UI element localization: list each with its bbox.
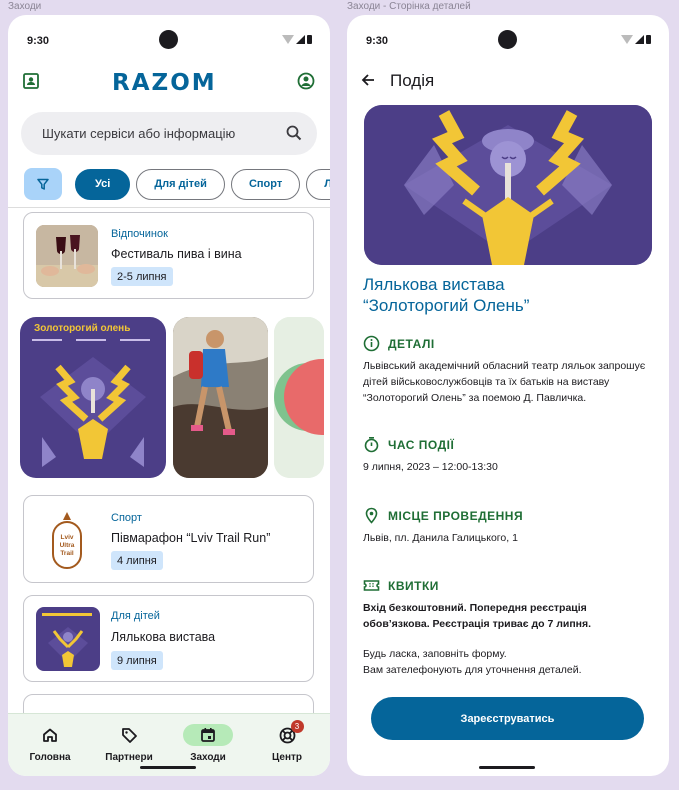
event-title-line2: “Золоторогий Олень” (363, 296, 530, 315)
details-heading: ДЕТАЛІ (363, 335, 435, 352)
event-card-trail-run[interactable]: Lviv Ultra Trail Спорт Півмарафон “Lviv … (23, 495, 314, 583)
nav-events-label: Заходи (190, 752, 226, 763)
event-category: Відпочинок (111, 228, 168, 240)
divider (8, 207, 330, 208)
notification-badge: 3 (290, 720, 304, 733)
system-icons (621, 35, 651, 44)
event-date: 4 липня (111, 551, 163, 570)
wifi-icon (282, 35, 294, 44)
event-card-puppet-show[interactable]: Для дітей Лялькова вистава 9 липня (23, 595, 314, 682)
razom-logo: RAZOM (112, 70, 217, 96)
nav-home-label: Головна (29, 752, 71, 763)
place-text: Львів, пл. Данила Галицького, 1 (363, 532, 518, 544)
place-heading-text: МІСЦЕ ПРОВЕДЕННЯ (388, 508, 524, 523)
event-detail-screen: 9:30 Подія Лялькова вистава “Золоторогий… (347, 15, 669, 776)
event-title: Лялькова вистава “Золоторогий Олень” (363, 274, 653, 316)
tickets-text-line1: Будь ласка, заповніть форму. (363, 648, 507, 660)
account-icon[interactable] (297, 72, 315, 90)
status-bar: 9:30 (347, 15, 669, 59)
register-button[interactable]: Зареєструватись (371, 697, 644, 740)
puppet-poster-thumb (36, 607, 100, 671)
status-time: 9:30 (27, 35, 50, 47)
carousel-trail-runner-photo[interactable] (173, 317, 268, 478)
ticket-icon (363, 580, 380, 591)
info-icon (363, 335, 380, 352)
frame-label-list: Заходи (8, 1, 42, 12)
location-pin-icon (365, 507, 378, 524)
events-list-screen: 9:30 RAZOM Шукати сервіси або інформацію… (8, 15, 330, 776)
nav-partners-label: Партнери (105, 752, 153, 763)
tickets-bold-text: Вхід безкоштовний. Попередня реєстрація … (363, 602, 592, 630)
search-icon[interactable] (286, 125, 302, 141)
tickets-heading-text: КВИТКИ (388, 578, 439, 593)
battery-icon (646, 35, 651, 44)
chip-more[interactable]: Л (306, 168, 330, 200)
tickets-text-line2: Вам зателефонують для уточнення деталей. (363, 664, 582, 676)
chip-sport[interactable]: Спорт (230, 168, 301, 200)
app-bar: RAZOM (8, 70, 330, 100)
event-title: Фестиваль пива і вина (111, 247, 242, 261)
search-input[interactable]: Шукати сервіси або інформацію (21, 112, 317, 155)
deer-puppet-illustration (364, 105, 652, 265)
runner-photo (173, 317, 268, 478)
nav-home[interactable]: Головна (15, 724, 85, 763)
timer-icon (364, 437, 379, 453)
calendar-icon (183, 724, 233, 746)
gesture-bar (140, 766, 196, 769)
status-time: 9:30 (366, 35, 389, 47)
details-text: Львівський академічний обласний театр ля… (363, 360, 646, 404)
deer-illustration (32, 339, 150, 467)
gesture-bar (479, 766, 535, 769)
filter-button[interactable] (24, 168, 62, 200)
battery-icon (307, 35, 312, 44)
search-placeholder: Шукати сервіси або інформацію (42, 126, 236, 141)
event-category: Спорт (111, 512, 142, 524)
home-icon (42, 724, 58, 746)
event-date: 2-5 липня (111, 267, 173, 286)
time-text: 9 липня, 2023 – 12:00-13:30 (363, 461, 498, 473)
nav-events[interactable]: Заходи (173, 724, 243, 763)
id-card-icon[interactable] (22, 72, 40, 90)
back-arrow-icon[interactable] (360, 72, 376, 93)
nav-partners[interactable]: Партнери (94, 724, 164, 763)
camera-cutout (498, 30, 517, 49)
signal-icon (296, 35, 305, 44)
page-title: Подія (390, 71, 435, 90)
time-heading-text: ЧАС ПОДІЇ (388, 437, 455, 452)
carousel-poster-puppet[interactable]: Золоторогий олень (20, 317, 166, 478)
tickets-heading: КВИТКИ (363, 577, 439, 594)
system-icons (282, 35, 312, 44)
event-title: Лялькова вистава (111, 630, 216, 644)
camera-cutout (159, 30, 178, 49)
nav-center-label: Центр (271, 752, 303, 763)
partial-card-graphic (274, 317, 324, 478)
event-category: Для дітей (111, 610, 160, 622)
filter-chips: Усі Для дітей Спорт Л (24, 168, 330, 200)
carousel-partial-card[interactable] (274, 317, 324, 478)
time-heading: ЧАС ПОДІЇ (363, 436, 454, 453)
event-title: Півмарафон “Lviv Trail Run” (111, 531, 271, 545)
signal-icon (635, 35, 644, 44)
event-card-festival[interactable]: Відпочинок Фестиваль пива і вина 2-5 лип… (23, 212, 314, 299)
nav-center[interactable]: 3 Центр (252, 720, 322, 763)
wifi-icon (621, 35, 633, 44)
chip-kids[interactable]: Для дітей (136, 168, 225, 200)
chip-all[interactable]: Усі (75, 168, 131, 200)
bottom-navigation: Головна Партнери Заходи 3 Центр (8, 713, 330, 776)
filter-icon (37, 178, 49, 190)
status-bar: 9:30 (8, 15, 330, 59)
frame-label-detail: Заходи - Сторінка деталей (347, 1, 471, 12)
event-date: 9 липня (111, 651, 163, 670)
support-icon: 3 (279, 720, 304, 746)
event-title-line1: Лялькова вистава (363, 275, 505, 294)
tag-icon (121, 724, 138, 746)
lviv-ultra-trail-logo: Lviv Ultra Trail (36, 508, 98, 572)
trail-logo-text: Lviv Ultra Trail (59, 534, 75, 557)
event-hero-image (364, 105, 652, 265)
wine-glasses-image (36, 225, 98, 287)
details-heading-text: ДЕТАЛІ (388, 336, 435, 351)
place-heading: МІСЦЕ ПРОВЕДЕННЯ (363, 507, 523, 524)
